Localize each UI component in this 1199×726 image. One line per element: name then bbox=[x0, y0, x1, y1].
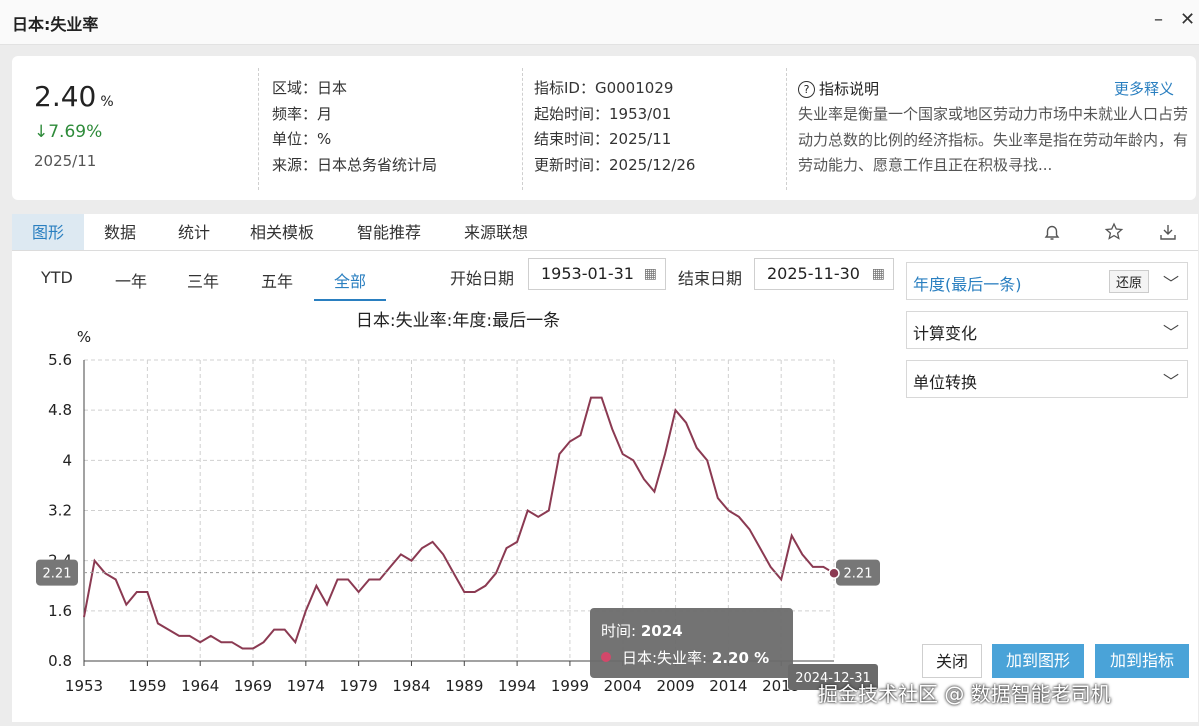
x-tick-label: 1979 bbox=[340, 677, 378, 695]
tab-smart-recommend[interactable]: 智能推荐 bbox=[357, 214, 421, 250]
chart-title: 日本:失业率:年度:最后一条 bbox=[356, 311, 560, 331]
summary-card: 2.40% ↓7.69% 2025/11 区域：日本 频率：月 单位：% 来源：… bbox=[12, 56, 1196, 200]
add-to-indicator-button[interactable]: 加到指标 bbox=[1095, 644, 1189, 678]
unit: 单位：% bbox=[272, 130, 332, 148]
start-date-input[interactable]: 1953-01-31 ▦ bbox=[528, 258, 666, 290]
range-3y[interactable]: 三年 bbox=[187, 268, 219, 292]
y-tick-label: 4 bbox=[62, 451, 72, 469]
frequency-select-value: 年度(最后一条) bbox=[913, 275, 1022, 294]
tab-source-association[interactable]: 来源联想 bbox=[464, 214, 528, 250]
x-tick-label: 2014 bbox=[709, 677, 747, 695]
x-tick-label: 1964 bbox=[181, 677, 219, 695]
x-tick-label: 2009 bbox=[656, 677, 694, 695]
close-button[interactable]: 关闭 bbox=[922, 644, 982, 678]
tooltip-time: 时间: 2024 bbox=[601, 622, 683, 640]
x-tick-label: 1974 bbox=[287, 677, 325, 695]
reset-button[interactable]: 还原 bbox=[1108, 270, 1149, 293]
tab-data[interactable]: 数据 bbox=[104, 214, 136, 250]
note-title-text: 指标说明 bbox=[819, 80, 880, 98]
chevron-down-icon: ﹀ bbox=[1162, 372, 1179, 391]
meta-group-1: 区域：日本 频率：月 单位：% 来源：日本总务省统计局 bbox=[272, 76, 437, 178]
meta-group-2: 指标ID：G0001029 起始时间：1953/01 结束时间：2025/11 … bbox=[534, 76, 695, 178]
start-date-label: 开始日期 bbox=[450, 269, 515, 288]
note-title: ? 指标说明 bbox=[798, 78, 879, 99]
divider bbox=[786, 68, 787, 190]
unit-convert-select[interactable]: 单位转换 ﹀ bbox=[906, 360, 1188, 398]
y-tick-label: 4.8 bbox=[48, 401, 72, 419]
minimize-icon[interactable]: – bbox=[1154, 9, 1163, 30]
bell-icon[interactable] bbox=[1042, 222, 1062, 247]
frequency-select[interactable]: 年度(最后一条) 还原 ﹀ bbox=[906, 262, 1188, 300]
x-tick-label: 1999 bbox=[551, 677, 589, 695]
range-all[interactable]: 全部 bbox=[314, 268, 386, 301]
region: 区域：日本 bbox=[272, 79, 348, 97]
start-date-value: 1953-01-31 bbox=[541, 264, 634, 283]
window-title: 日本:失业率 bbox=[12, 15, 99, 34]
unit-convert-label: 单位转换 bbox=[913, 373, 978, 392]
x-tick-label: 1984 bbox=[392, 677, 430, 695]
add-to-chart-button[interactable]: 加到图形 bbox=[992, 644, 1084, 678]
tab-related-templates[interactable]: 相关模板 bbox=[250, 214, 314, 250]
x-tick-label: 1959 bbox=[128, 677, 166, 695]
x-tick-label: 1953 bbox=[65, 677, 103, 695]
end-date-label: 结束日期 bbox=[678, 269, 743, 288]
tab-stats[interactable]: 统计 bbox=[178, 214, 210, 250]
x-tick-label: 1989 bbox=[445, 677, 483, 695]
download-icon[interactable] bbox=[1158, 222, 1178, 247]
latest-value: 2.40% bbox=[34, 80, 114, 113]
tab-bar: 图形 数据 统计 相关模板 智能推荐 来源联想 bbox=[12, 214, 1198, 251]
question-circle-icon: ? bbox=[798, 81, 815, 98]
latest-date: 2025/11 bbox=[34, 152, 97, 170]
divider bbox=[258, 68, 259, 190]
frequency: 频率：月 bbox=[272, 104, 333, 123]
chevron-down-icon: ﹀ bbox=[1162, 274, 1179, 293]
calendar-icon[interactable]: ▦ bbox=[872, 259, 885, 289]
y-axis-label: % bbox=[77, 328, 91, 346]
divider bbox=[522, 68, 523, 190]
value-number: 2.40 bbox=[34, 80, 97, 113]
end-value-label-left: 2.21 bbox=[43, 567, 72, 582]
chevron-down-icon: ﹀ bbox=[1162, 323, 1179, 342]
end-value-label-right: 2.21 bbox=[844, 567, 873, 582]
indicator-id: 指标ID：G0001029 bbox=[534, 79, 674, 97]
end-date-value: 2025-11-30 bbox=[767, 264, 860, 283]
close-icon[interactable]: ✕ bbox=[1180, 9, 1195, 30]
change-badge: ↓7.69% bbox=[34, 122, 103, 142]
range-5y[interactable]: 五年 bbox=[261, 268, 293, 292]
x-tick-label: 1969 bbox=[234, 677, 272, 695]
y-tick-label: 5.6 bbox=[48, 351, 72, 369]
calc-change-label: 计算变化 bbox=[913, 324, 978, 343]
calendar-icon[interactable]: ▦ bbox=[644, 259, 657, 289]
x-tick-label: 1994 bbox=[498, 677, 536, 695]
end-date-input[interactable]: 2025-11-30 ▦ bbox=[754, 258, 894, 290]
y-tick-label: 3.2 bbox=[48, 502, 72, 520]
y-tick-label: 1.6 bbox=[48, 602, 72, 620]
value-unit: % bbox=[100, 94, 114, 110]
tooltip-box bbox=[590, 608, 793, 678]
source: 来源：日本总务省统计局 bbox=[272, 155, 438, 174]
watermark: 掘金技术社区 @ 数据智能老司机 bbox=[818, 682, 1111, 706]
tooltip-value: 日本:失业率: 2.20 % bbox=[622, 649, 769, 667]
title-bar: 日本:失业率 – ✕ bbox=[0, 0, 1199, 45]
x-tick-label: 2004 bbox=[604, 677, 642, 695]
star-icon[interactable] bbox=[1104, 222, 1124, 247]
update-time: 更新时间：2025/12/26 bbox=[534, 155, 696, 174]
line-chart[interactable]: 日本:失业率:年度:最后一条 % 0.81.62.43.244.85.61953… bbox=[0, 300, 900, 720]
note-body: 失业率是衡量一个国家或地区劳动力市场中未就业人口占劳动力总数的比例的经济指标。失… bbox=[798, 105, 1188, 174]
data-point-highlight bbox=[828, 567, 840, 579]
range-ytd[interactable]: YTD bbox=[41, 268, 73, 287]
y-tick-label: 0.8 bbox=[48, 652, 72, 670]
end-time: 结束时间：2025/11 bbox=[534, 130, 672, 148]
start-time: 起始时间：1953/01 bbox=[534, 104, 672, 123]
calc-change-select[interactable]: 计算变化 ﹀ bbox=[906, 311, 1188, 349]
more-explanation-link[interactable]: 更多释义 bbox=[1114, 78, 1174, 99]
tooltip-marker bbox=[601, 652, 611, 662]
range-1y[interactable]: 一年 bbox=[115, 268, 147, 292]
tab-chart[interactable]: 图形 bbox=[12, 214, 84, 250]
